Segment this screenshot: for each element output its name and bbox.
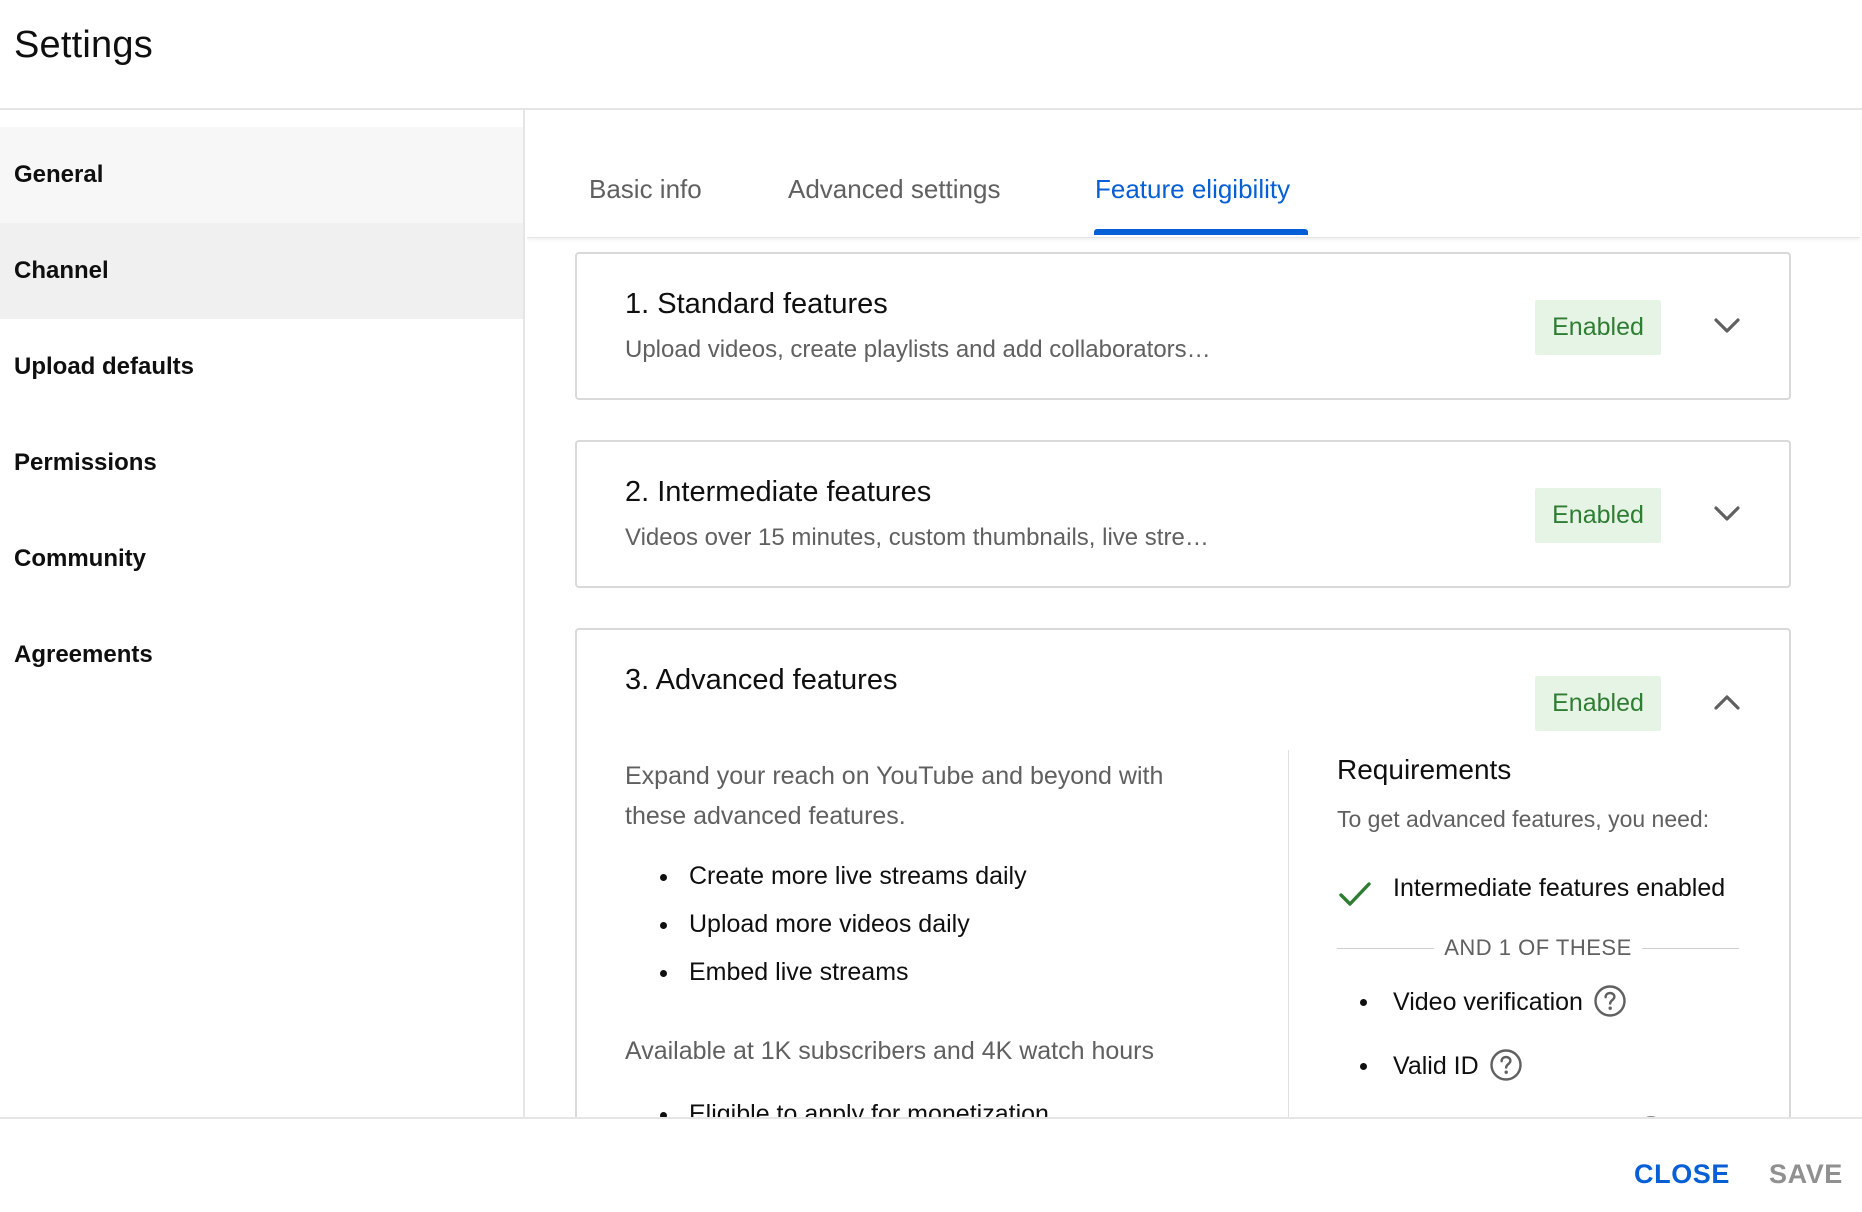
chevron-down-icon[interactable] <box>1707 306 1747 346</box>
separator-line <box>1641 947 1739 949</box>
sidebar-item-general[interactable]: General <box>0 127 523 223</box>
tab-feature-eligibility[interactable]: Feature eligibility <box>1095 174 1290 205</box>
requirements-separator: AND 1 OF THESE <box>1337 933 1739 963</box>
sidebar-item-channel[interactable]: Channel <box>0 223 523 319</box>
status-badge: Enabled <box>1535 488 1661 543</box>
sidebar-item-community[interactable]: Community <box>0 511 523 607</box>
tab-basic-info[interactable]: Basic info <box>589 174 702 205</box>
help-icon[interactable] <box>1593 984 1627 1018</box>
requirements-subtitle: To get advanced features, you need: <box>1337 806 1710 832</box>
feature-title: 3. Advanced features <box>625 664 898 696</box>
close-button[interactable]: CLOSE <box>1634 1159 1730 1190</box>
status-badge: Enabled <box>1535 676 1661 731</box>
more-benefits-list: Eligible to apply for monetization <box>625 1098 1049 1117</box>
list-item: Embed live streams <box>625 956 1027 1004</box>
list-item: Create more live streams daily <box>625 860 1027 908</box>
feature-subtitle: Upload videos, create playlists and add … <box>625 336 1211 363</box>
column-divider <box>1288 750 1289 1117</box>
requirement-option-label: Video verification <box>1393 988 1583 1016</box>
active-tab-indicator <box>1094 229 1308 235</box>
separator-line <box>1337 947 1435 949</box>
settings-header: Settings <box>0 0 1862 110</box>
list-item: Valid ID <box>1337 1048 1627 1112</box>
sidebar-item-agreements[interactable]: Agreements <box>0 607 523 703</box>
feature-card-advanced: 3. Advanced features Enabled Expand your… <box>575 628 1791 1117</box>
requirements-title: Requirements <box>1337 754 1512 785</box>
feature-title: 1. Standard features <box>625 288 888 320</box>
chevron-down-icon[interactable] <box>1707 494 1747 534</box>
list-item: Eligible to apply for monetization <box>625 1098 1049 1117</box>
status-badge: Enabled <box>1535 300 1661 355</box>
tab-bar: Basic info Advanced settings Feature eli… <box>527 110 1860 238</box>
list-item: Upload more videos daily <box>625 908 1027 956</box>
requirement-options: Video verification Valid ID <box>1337 984 1627 1112</box>
separator-label: AND 1 OF THESE <box>1444 935 1632 960</box>
feature-title: 2. Intermediate features <box>625 476 932 508</box>
page-title: Settings <box>14 24 153 66</box>
save-button[interactable]: SAVE <box>1769 1159 1843 1190</box>
requirement-option-label: Valid ID <box>1393 1052 1479 1080</box>
chevron-up-icon[interactable] <box>1707 682 1747 722</box>
feature-card-standard: 1. Standard features Upload videos, crea… <box>575 252 1791 400</box>
feature-description: Expand your reach on YouTube and beyond … <box>625 762 1164 830</box>
dialog-footer: CLOSE SAVE <box>0 1117 1862 1212</box>
sidebar-item-permissions[interactable]: Permissions <box>0 415 523 511</box>
tab-advanced-settings[interactable]: Advanced settings <box>788 174 1000 205</box>
list-item: Video verification <box>1337 984 1627 1048</box>
settings-content: Basic info Advanced settings Feature eli… <box>527 110 1862 1117</box>
benefits-list: Create more live streams daily Upload mo… <box>625 860 1027 1004</box>
settings-sidebar: General Channel Upload defaults Permissi… <box>0 110 525 1117</box>
sidebar-item-upload-defaults[interactable]: Upload defaults <box>0 319 523 415</box>
help-icon[interactable] <box>1489 1048 1523 1082</box>
check-icon <box>1339 882 1371 906</box>
feature-card-intermediate: 2. Intermediate features Videos over 15 … <box>575 440 1791 588</box>
availability-text: Available at 1K subscribers and 4K watch… <box>625 1037 1155 1065</box>
feature-subtitle: Videos over 15 minutes, custom thumbnail… <box>625 524 1209 551</box>
requirement-met: Intermediate features enabled <box>1393 874 1726 902</box>
